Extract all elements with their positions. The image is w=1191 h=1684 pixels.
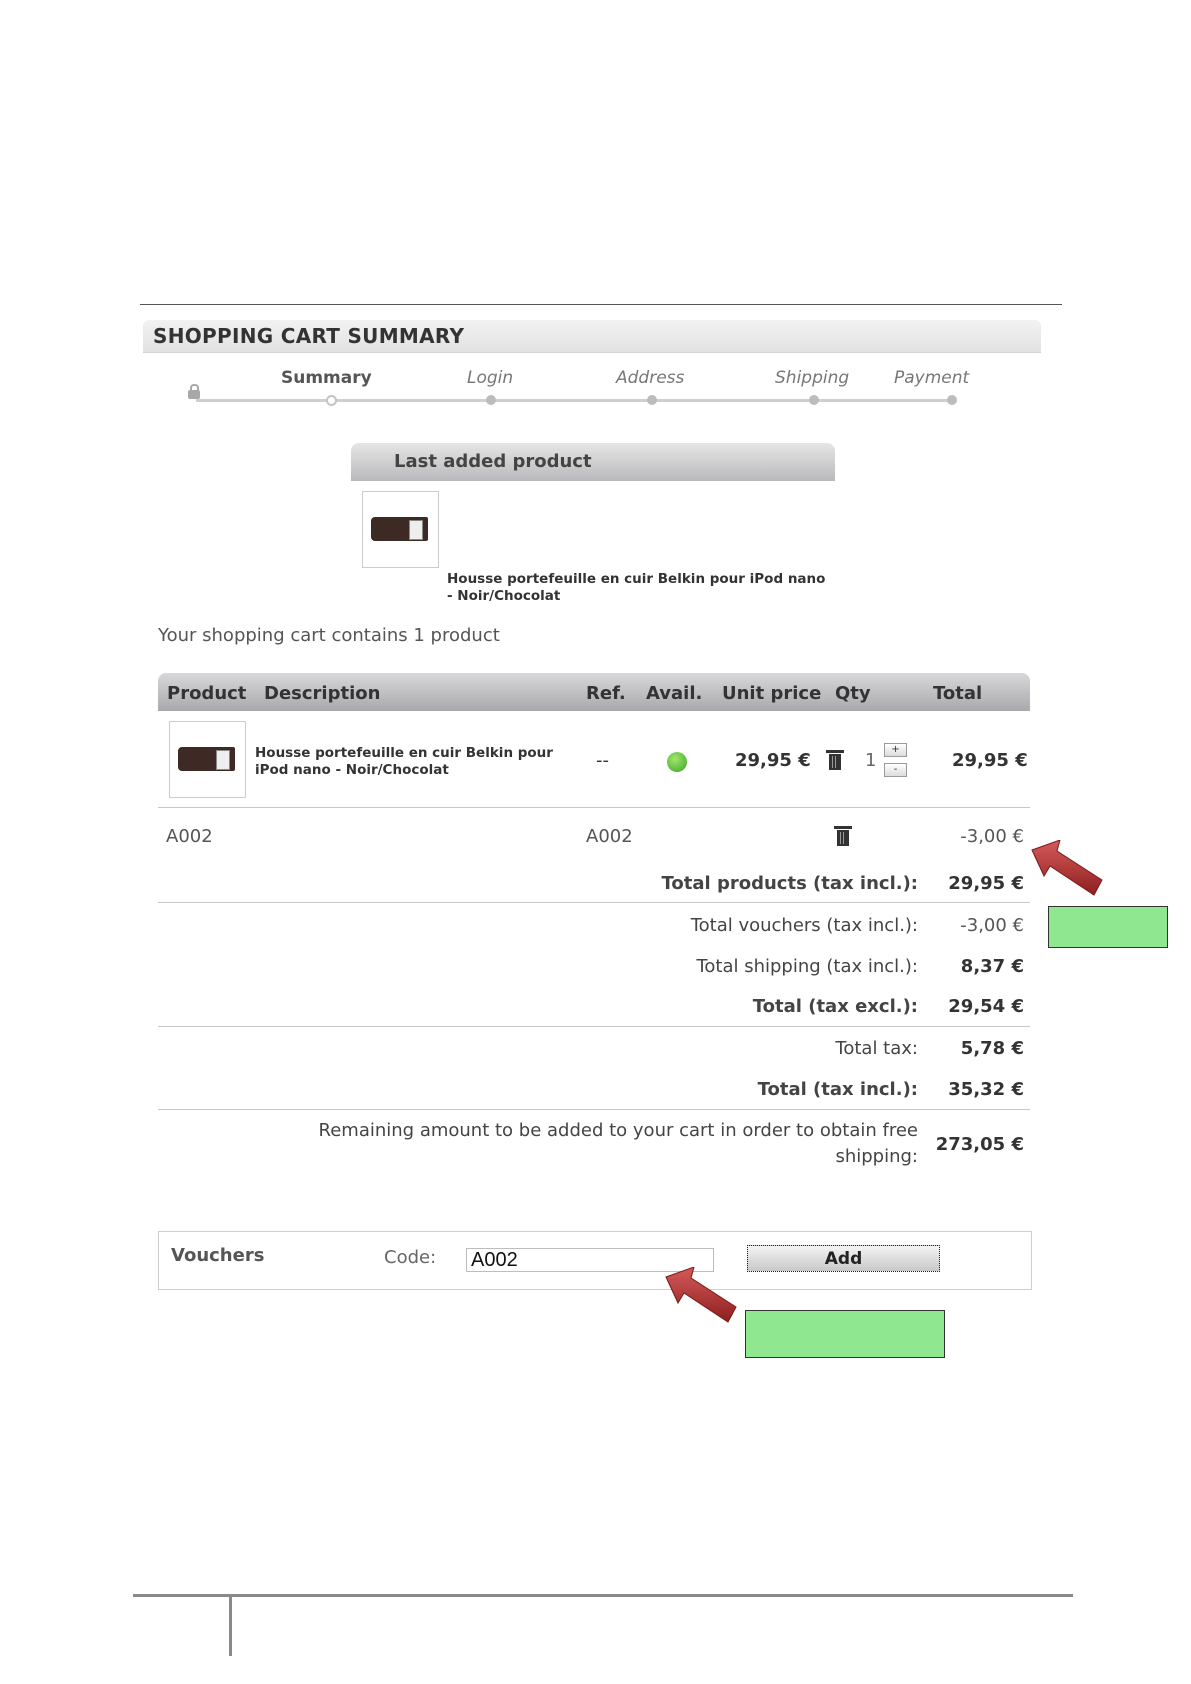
highlight-box <box>1048 906 1168 948</box>
product-qty: 1 <box>865 750 877 771</box>
product-unit-price: 29,95 € <box>735 750 811 771</box>
step-dot-shipping <box>809 395 819 405</box>
last-added-product-name[interactable]: Housse portefeuille en cuir Belkin pour … <box>447 571 827 605</box>
row-divider <box>158 1109 1030 1110</box>
cart-count-text: Your shopping cart contains 1 product <box>158 625 500 646</box>
product-thumbnail[interactable] <box>169 721 246 798</box>
step-dot-summary <box>326 395 337 406</box>
add-voucher-button[interactable]: Add <box>747 1245 940 1272</box>
row-divider <box>158 1026 1030 1027</box>
top-rule <box>140 304 1062 305</box>
total-products-value: 29,95 € <box>948 873 1024 894</box>
last-added-header: Last added product <box>351 443 835 481</box>
qty-increase-button[interactable]: + <box>884 743 907 757</box>
lock-icon <box>188 384 200 399</box>
total-tax-excl-value: 29,54 € <box>948 996 1024 1017</box>
total-tax-label: Total tax: <box>835 1038 918 1059</box>
footer-divider <box>229 1596 232 1656</box>
th-total: Total <box>933 683 983 704</box>
total-tax-incl-value: 35,32 € <box>948 1079 1024 1100</box>
remaining-label-line1: Remaining amount to be added to your car… <box>318 1120 918 1141</box>
step-dot-address <box>647 395 657 405</box>
footer-rule <box>133 1594 1073 1597</box>
remaining-label-line2: shipping: <box>835 1146 918 1167</box>
total-tax-excl-label: Total (tax excl.): <box>752 996 918 1017</box>
page-title: SHOPPING CART SUMMARY <box>153 324 465 348</box>
product-ref: -- <box>596 750 609 771</box>
callout-arrow-icon <box>1031 840 1103 896</box>
total-vouchers-value: -3,00 € <box>960 915 1024 936</box>
total-tax-incl-label: Total (tax incl.): <box>757 1079 918 1100</box>
th-avail: Avail. <box>646 683 703 704</box>
step-shipping[interactable]: Shipping <box>775 368 849 388</box>
row-divider <box>158 902 1030 903</box>
step-login[interactable]: Login <box>467 368 513 388</box>
total-products-label: Total products (tax incl.): <box>661 873 918 894</box>
total-shipping-value: 8,37 € <box>960 956 1024 977</box>
vouchers-title: Vouchers <box>171 1245 265 1266</box>
total-shipping-label: Total shipping (tax incl.): <box>696 956 918 977</box>
total-vouchers-label: Total vouchers (tax incl.): <box>690 915 918 936</box>
availability-indicator <box>667 752 687 772</box>
remaining-value: 273,05 € <box>935 1134 1024 1155</box>
th-ref: Ref. <box>586 683 626 704</box>
last-added-thumbnail[interactable] <box>362 491 439 568</box>
highlight-box <box>745 1310 945 1358</box>
cart-summary-header: SHOPPING CART SUMMARY <box>143 320 1041 353</box>
delete-voucher-icon[interactable] <box>834 826 852 846</box>
total-tax-value: 5,78 € <box>960 1038 1024 1059</box>
product-total: 29,95 € <box>952 750 1028 771</box>
th-qty: Qty <box>835 683 871 704</box>
ipod-case-image <box>178 747 235 771</box>
qty-decrease-button[interactable]: - <box>884 763 907 777</box>
th-unit-price: Unit price <box>722 683 822 704</box>
callout-arrow-icon <box>665 1267 737 1323</box>
voucher-row-ref: A002 <box>586 826 633 847</box>
delete-product-icon[interactable] <box>826 750 844 770</box>
step-dot-payment <box>947 395 957 405</box>
product-description[interactable]: Housse portefeuille en cuir Belkin pour … <box>255 745 585 779</box>
step-dot-login <box>486 395 496 405</box>
last-added-title: Last added product <box>394 451 592 472</box>
th-description: Description <box>264 683 381 704</box>
th-product: Product <box>167 683 247 704</box>
progress-track <box>196 399 952 402</box>
ipod-case-image <box>371 517 428 541</box>
row-divider <box>158 807 1030 808</box>
step-payment[interactable]: Payment <box>894 368 969 388</box>
voucher-row-name: A002 <box>166 826 213 847</box>
step-summary[interactable]: Summary <box>281 368 372 388</box>
voucher-row-total: -3,00 € <box>960 826 1024 847</box>
step-address[interactable]: Address <box>616 368 684 388</box>
voucher-code-label: Code: <box>384 1247 437 1268</box>
